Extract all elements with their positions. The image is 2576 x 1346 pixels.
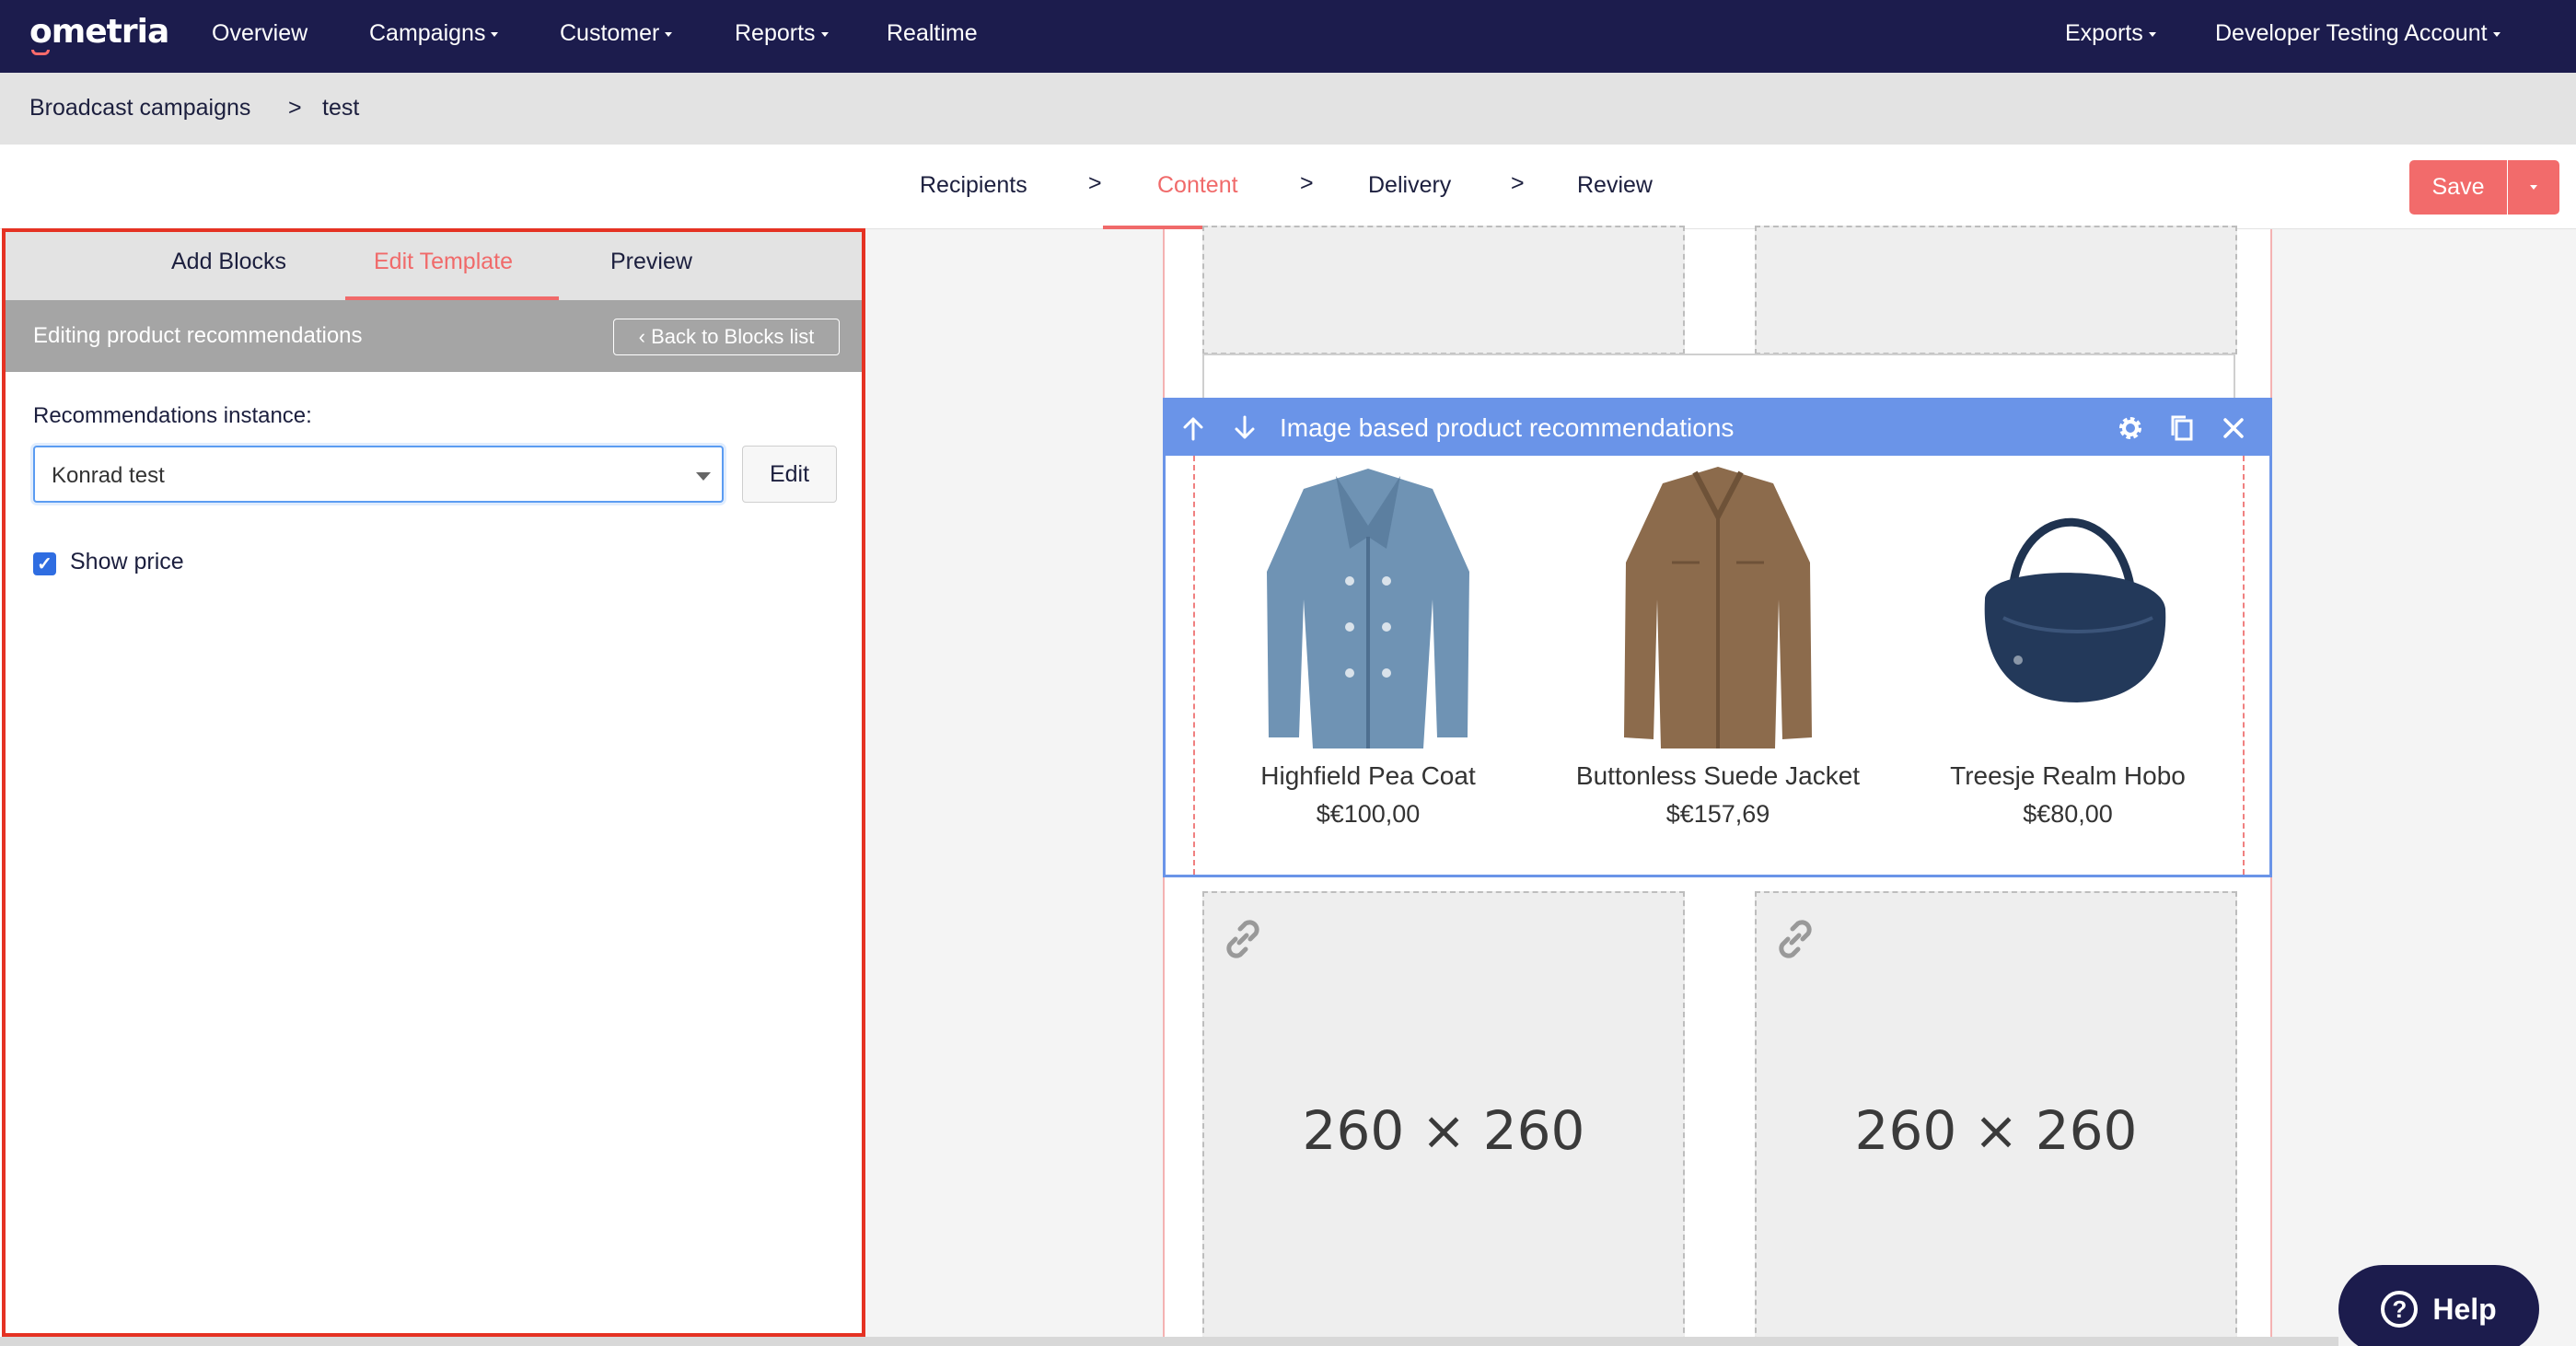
image-placeholder[interactable]: 260 × 260 [1755, 891, 2237, 1346]
save-button[interactable]: Save [2409, 160, 2507, 215]
chevron-down-icon [820, 31, 829, 37]
step-separator: > [1088, 170, 1102, 196]
product-card[interactable]: Buttonless Suede Jacket $€157,69 [1543, 456, 1893, 842]
product-name: Buttonless Suede Jacket [1575, 761, 1861, 790]
image-placeholder[interactable] [1202, 226, 1685, 354]
top-navigation: ometria Overview Campaigns Customer Repo… [0, 0, 2576, 73]
horizontal-scrollbar[interactable] [0, 1337, 2338, 1346]
show-price-checkbox[interactable]: ✓ [33, 552, 56, 575]
product-card[interactable]: Treesje Realm Hobo $€80,00 [1893, 456, 2243, 842]
question-icon: ? [2381, 1291, 2419, 1328]
product-price: $€100,00 [1316, 800, 1421, 828]
logo-smile-icon [31, 50, 50, 55]
tab-edit-template[interactable]: Edit Template [374, 249, 513, 275]
step-review[interactable]: Review [1577, 172, 1653, 199]
product-price: $€157,69 [1665, 800, 1770, 828]
save-options-button[interactable] [2507, 160, 2559, 215]
help-button[interactable]: ? Help [2338, 1265, 2539, 1346]
breadcrumb-current: test [322, 95, 360, 121]
column-guide [2243, 456, 2245, 875]
nav-exports[interactable]: Exports [2065, 20, 2156, 47]
recommendations-instance-label: Recommendations instance: [33, 403, 312, 428]
step-separator: > [1511, 170, 1525, 196]
nav-customer[interactable]: Customer [560, 20, 673, 47]
editing-title: Editing product recommendations [33, 323, 363, 348]
link-icon [1226, 920, 1259, 958]
image-placeholder[interactable]: 260 × 260 [1202, 891, 1685, 1346]
nav-overview[interactable]: Overview [212, 20, 307, 47]
editing-header: Editing product recommendations ‹ Back t… [6, 300, 862, 372]
campaign-steps: Recipients > Content > Delivery > Review [0, 145, 2576, 229]
product-image-bag [1984, 517, 2166, 702]
link-icon [1779, 920, 1812, 958]
show-price-label[interactable]: Show price [70, 549, 184, 575]
product-image-coat [1267, 469, 1469, 748]
ometria-logo[interactable]: ometria [29, 13, 169, 51]
chevron-down-icon [2492, 31, 2501, 37]
close-icon[interactable] [2217, 412, 2250, 445]
tab-preview[interactable]: Preview [610, 249, 692, 275]
back-to-blocks-button[interactable]: ‹ Back to Blocks list [613, 319, 840, 355]
nav-reports[interactable]: Reports [735, 20, 829, 47]
gear-icon[interactable] [2114, 412, 2147, 445]
help-label: Help [2432, 1292, 2497, 1326]
placeholder-size-label: 260 × 260 [1302, 1099, 1585, 1162]
chevron-down-icon [2530, 185, 2537, 190]
block-toolbar: Image based product recommendations [1166, 400, 2269, 456]
placeholder-size-label: 260 × 260 [1854, 1099, 2138, 1162]
move-down-icon[interactable] [1228, 412, 1261, 445]
template-editor-panel: Add Blocks Edit Template Preview Editing… [2, 228, 865, 1337]
move-up-icon[interactable] [1177, 412, 1210, 445]
product-price: $€80,00 [2023, 800, 2113, 828]
chevron-down-icon [2148, 31, 2156, 37]
nav-realtime[interactable]: Realtime [887, 20, 978, 47]
step-recipients[interactable]: Recipients [920, 172, 1027, 199]
breadcrumb-parent-link[interactable]: Broadcast campaigns [29, 95, 250, 122]
nav-campaigns[interactable]: Campaigns [369, 20, 499, 47]
tab-add-blocks[interactable]: Add Blocks [171, 249, 286, 275]
chevron-down-icon [491, 31, 499, 37]
step-delivery[interactable]: Delivery [1368, 172, 1451, 199]
product-image-jacket [1624, 467, 1812, 748]
product-name: Highfield Pea Coat [1260, 761, 1476, 790]
product-recommendations-block[interactable]: Image based product recommendations High… [1163, 398, 2272, 877]
edit-instance-button[interactable]: Edit [742, 446, 837, 503]
block-title: Image based product recommendations [1280, 413, 1735, 442]
breadcrumb-separator: > [288, 95, 302, 121]
step-separator: > [1300, 170, 1314, 196]
image-placeholder[interactable] [1755, 226, 2237, 354]
step-content[interactable]: Content [1157, 172, 1238, 199]
product-name: Treesje Realm Hobo [1950, 761, 2186, 790]
dropdown-arrow-icon [696, 472, 711, 481]
select-value: Konrad test [52, 463, 165, 488]
recommendations-instance-select[interactable]: Konrad test [33, 446, 724, 503]
chevron-down-icon [665, 31, 673, 37]
nav-account[interactable]: Developer Testing Account [2215, 20, 2501, 47]
duplicate-icon[interactable] [2165, 412, 2199, 445]
product-card[interactable]: Highfield Pea Coat $€100,00 [1193, 456, 1543, 842]
editor-tabs: Add Blocks Edit Template Preview [6, 232, 862, 300]
breadcrumb: Broadcast campaigns > test [0, 73, 2576, 145]
